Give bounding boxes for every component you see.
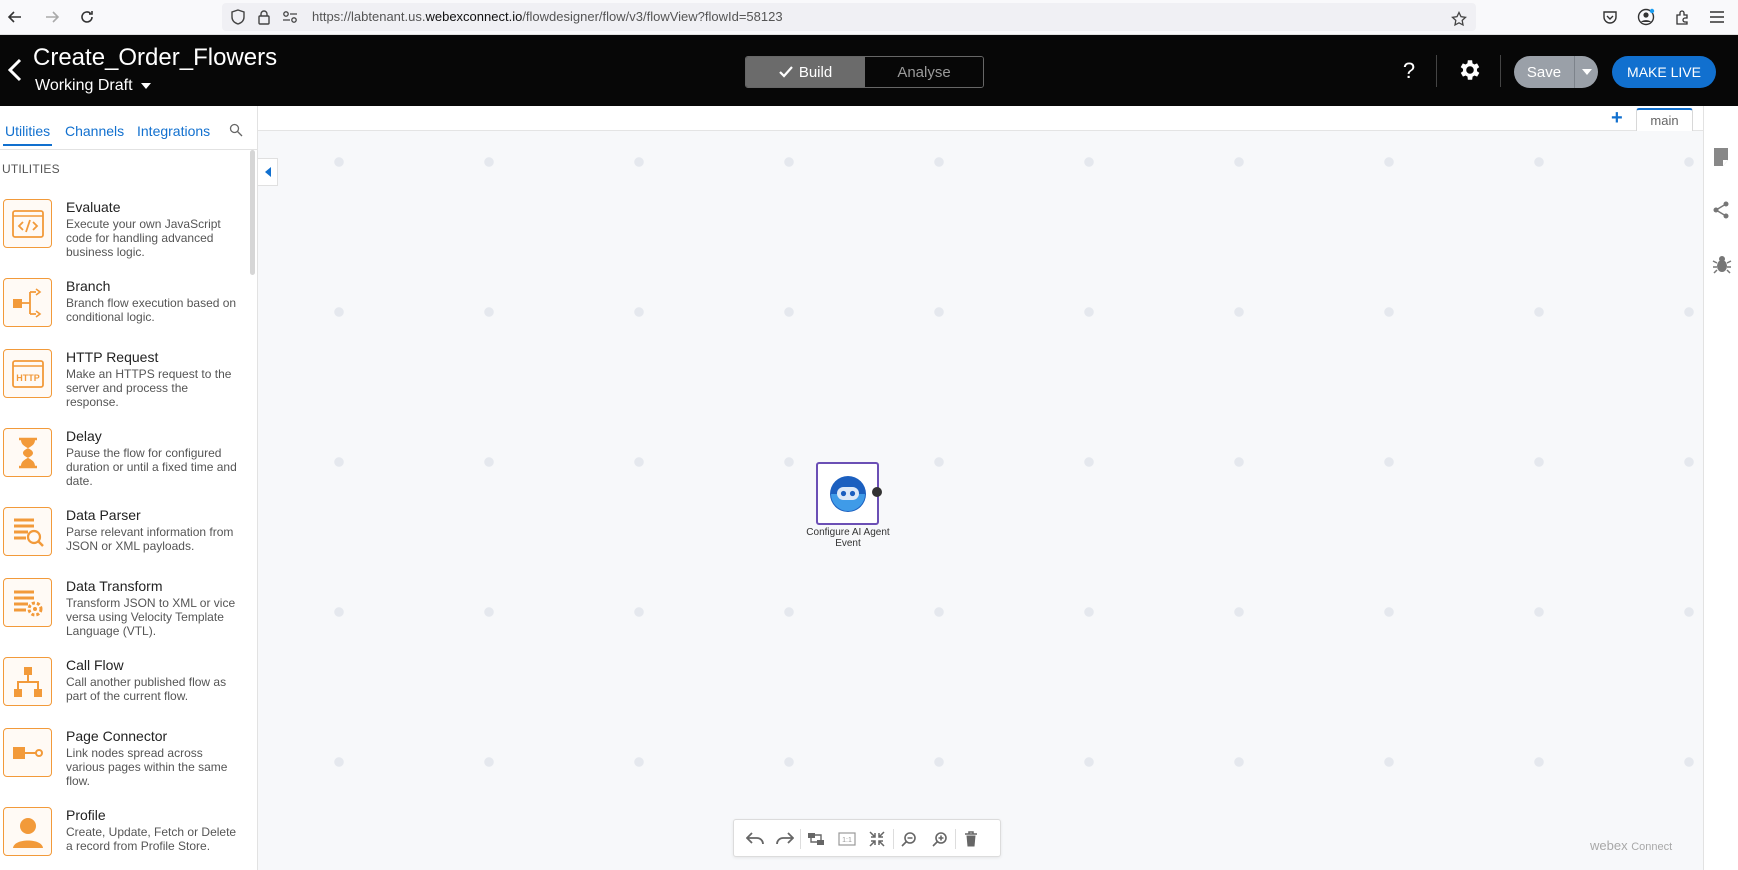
utility-description: Link nodes spread across various pages w…: [66, 746, 228, 788]
actual-size-icon[interactable]: 1:1: [837, 829, 857, 849]
collapse-palette-button[interactable]: [258, 158, 278, 186]
notes-icon[interactable]: [1712, 147, 1732, 167]
draft-label: Working Draft: [35, 77, 133, 94]
draft-version-dropdown[interactable]: Working Draft: [35, 77, 151, 95]
zoom-in-icon[interactable]: [930, 829, 950, 849]
utility-name: Page Connector: [66, 728, 168, 744]
bookmark-star-icon[interactable]: [1448, 8, 1470, 30]
start-node-configure-ai-agent-event[interactable]: [816, 462, 879, 525]
tab-main-page[interactable]: main: [1636, 108, 1693, 131]
node-label: Configure AI Agent Event: [806, 527, 890, 549]
right-rail: [1703, 106, 1738, 870]
utility-name: Delay: [66, 428, 102, 444]
mode-switch: Build Analyse: [745, 56, 984, 88]
pocket-icon[interactable]: [1598, 5, 1622, 29]
utility-description: Transform JSON to XML or vice versa usin…: [66, 596, 236, 638]
header-divider: [1436, 55, 1437, 87]
data-transform-icon: [3, 578, 52, 627]
browser-toolbar: https://labtenant.us.webexconnect.io/flo…: [0, 0, 1738, 35]
palette-scrollbar[interactable]: [250, 150, 255, 275]
palette-tabs: Utilities Channels Integrations: [0, 106, 257, 150]
reload-icon[interactable]: [76, 6, 98, 28]
webex-connect-logo: webex Connect: [1590, 838, 1673, 853]
back-chevron-icon[interactable]: [4, 55, 26, 85]
forward-arrow-icon[interactable]: [41, 6, 63, 28]
trash-icon[interactable]: [961, 829, 981, 849]
toolbar-separator: [800, 829, 801, 849]
address-bar[interactable]: https://labtenant.us.webexconnect.io/flo…: [222, 3, 1476, 31]
auto-arrange-icon[interactable]: [806, 829, 826, 849]
branch-icon: [3, 278, 52, 327]
undo-icon[interactable]: [745, 829, 765, 849]
extensions-icon[interactable]: [1670, 5, 1694, 29]
utility-name: Call Flow: [66, 657, 124, 673]
caret-left-icon: [264, 167, 271, 177]
canvas-toolbar: 1:1: [733, 819, 1001, 857]
utility-description: Pause the flow for configured duration o…: [66, 446, 237, 488]
back-arrow-icon[interactable]: [4, 6, 26, 28]
flow-canvas[interactable]: [258, 106, 1703, 870]
redo-icon[interactable]: [775, 829, 795, 849]
header-divider: [1500, 55, 1501, 87]
node-output-port[interactable]: [872, 487, 882, 497]
utility-name: HTTP Request: [66, 349, 159, 365]
menu-icon[interactable]: [1705, 5, 1729, 29]
url-text[interactable]: https://labtenant.us.webexconnect.io/flo…: [312, 9, 783, 24]
zoom-out-icon[interactable]: [899, 829, 919, 849]
analyse-tab[interactable]: Analyse: [865, 57, 983, 87]
node-palette: Utilities Channels Integrations UTILITIE…: [0, 106, 258, 870]
call-flow-icon: [3, 657, 52, 706]
lock-icon[interactable]: [254, 7, 274, 27]
utility-description: Make an HTTPS request to the server and …: [66, 367, 232, 409]
make-live-button[interactable]: MAKE LIVE: [1612, 56, 1716, 88]
data-parser-icon: [3, 507, 52, 556]
build-tab[interactable]: Build: [746, 57, 865, 87]
utility-description: Parse relevant information from JSON or …: [66, 525, 234, 553]
code-icon: [3, 199, 52, 248]
utility-name: Profile: [66, 807, 106, 823]
utility-name: Evaluate: [66, 199, 121, 215]
utility-description: Branch flow execution based on condition…: [66, 296, 237, 324]
caret-down-icon: [140, 83, 151, 89]
save-button[interactable]: Save: [1514, 56, 1574, 88]
svg-text:HTTP: HTTP: [16, 373, 40, 383]
toolbar-separator: [955, 829, 956, 849]
add-page-icon[interactable]: +: [1611, 108, 1627, 128]
share-icon[interactable]: [1712, 201, 1732, 221]
page-connector-icon: [3, 728, 52, 777]
ai-agent-icon: [829, 475, 866, 512]
toolbar-separator: [893, 829, 894, 849]
help-button[interactable]: ?: [1398, 53, 1420, 89]
utility-description: Execute your own JavaScript code for han…: [66, 217, 221, 259]
save-options-dropdown[interactable]: [1574, 56, 1598, 88]
utility-name: Branch: [66, 278, 111, 294]
tab-integrations[interactable]: Integrations: [137, 123, 210, 139]
shield-icon[interactable]: [228, 7, 248, 27]
site-permissions-icon[interactable]: [280, 7, 300, 27]
utility-name: Data Transform: [66, 578, 163, 594]
check-icon: [779, 66, 793, 78]
hourglass-icon: [3, 428, 52, 477]
flow-title: Create_Order_Flowers: [33, 44, 278, 71]
tab-utilities[interactable]: Utilities: [2, 123, 53, 146]
http-icon: HTTP: [3, 349, 52, 398]
svg-text:1:1: 1:1: [842, 837, 852, 844]
page-tab-bar: [258, 106, 1703, 131]
build-label: Build: [798, 63, 833, 81]
caret-down-icon: [1581, 69, 1592, 75]
search-icon[interactable]: [229, 123, 245, 139]
utility-description: Create, Update, Fetch or Delete a record…: [66, 825, 237, 853]
tab-channels[interactable]: Channels: [65, 123, 124, 139]
profile-icon: [3, 807, 52, 856]
fit-to-screen-icon[interactable]: [867, 829, 887, 849]
account-icon[interactable]: [1634, 5, 1658, 29]
analyse-label: Analyse: [897, 63, 951, 81]
app-header: Create_Order_Flowers Working Draft Build…: [0, 35, 1738, 106]
section-title: UTILITIES: [2, 162, 60, 176]
gear-icon[interactable]: [1457, 57, 1483, 83]
debug-bug-icon[interactable]: [1712, 254, 1732, 274]
save-button-group: Save: [1514, 56, 1598, 88]
utility-name: Data Parser: [66, 507, 141, 523]
utility-description: Call another published flow as part of t…: [66, 675, 227, 703]
